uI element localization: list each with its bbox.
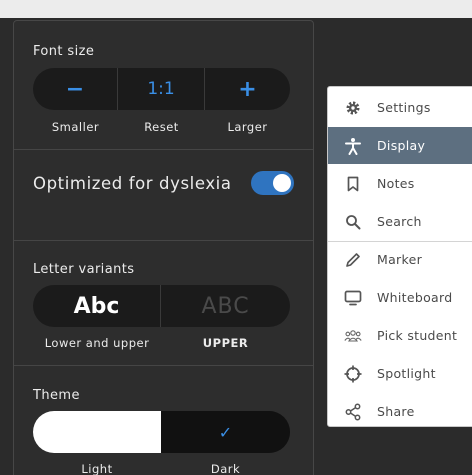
menu-item-label: Display: [377, 138, 426, 153]
variant-upper-label: UPPER: [202, 336, 249, 350]
menu-item-marker[interactable]: Marker: [328, 241, 472, 278]
search-icon: [344, 213, 362, 231]
bookmark-icon: [344, 175, 362, 193]
menu-item-display[interactable]: Display: [328, 127, 472, 164]
font-decrease-button[interactable]: −: [33, 68, 118, 110]
menu-item-settings[interactable]: Settings: [328, 89, 472, 126]
variant-sample: ABC: [201, 293, 250, 319]
theme-light-option[interactable]: [33, 411, 161, 453]
menu-item-label: Marker: [377, 252, 423, 267]
variant-sample: Abc: [73, 293, 120, 319]
font-ratio-value: 1:1: [147, 79, 175, 99]
theme-title: Theme: [33, 388, 80, 403]
menu-item-pick-student[interactable]: Pick student: [328, 317, 472, 354]
font-size-title: Font size: [33, 44, 95, 59]
group-icon: [344, 327, 362, 345]
font-size-control: − 1:1 +: [33, 68, 290, 110]
menu-item-label: Settings: [377, 100, 431, 115]
dyslexia-label: Optimized for dyslexia: [33, 174, 232, 193]
crosshair-icon: [344, 365, 362, 383]
theme-dark-option[interactable]: ✓: [161, 411, 290, 453]
variant-lower-upper-option[interactable]: Abc: [33, 285, 161, 327]
font-reset-button[interactable]: 1:1: [118, 68, 205, 110]
menu-item-label: Share: [377, 404, 415, 419]
theme-control: ✓: [33, 411, 290, 453]
monitor-icon: [344, 289, 362, 307]
menu-item-label: Notes: [377, 176, 415, 191]
menu-item-search[interactable]: Search: [328, 203, 472, 240]
letter-variants-title: Letter variants: [33, 262, 135, 277]
plus-icon: +: [238, 76, 257, 102]
menu-item-label: Search: [377, 214, 422, 229]
check-icon: ✓: [218, 422, 233, 442]
menu-item-whiteboard[interactable]: Whiteboard: [328, 279, 472, 316]
menu-item-share[interactable]: Share: [328, 393, 472, 430]
reset-label: Reset: [144, 120, 179, 134]
toggle-knob: [273, 174, 291, 192]
gear-icon: [344, 99, 362, 117]
letter-variant-control: Abc ABC: [33, 285, 290, 327]
theme-dark-label: Dark: [210, 462, 241, 475]
section-divider: [14, 365, 313, 366]
menu-item-label: Spotlight: [377, 366, 436, 381]
menu-item-label: Whiteboard: [377, 290, 453, 305]
menu-item-label: Pick student: [377, 328, 458, 343]
tools-menu: Settings Display Notes Search Marker Whi…: [327, 86, 472, 427]
dyslexia-toggle[interactable]: [251, 171, 294, 195]
smaller-label: Smaller: [51, 120, 100, 134]
minus-icon: −: [65, 76, 85, 102]
section-divider: [14, 240, 313, 241]
theme-light-label: Light: [81, 462, 113, 475]
larger-label: Larger: [227, 120, 268, 134]
variant-upper-option[interactable]: ABC: [161, 285, 290, 327]
menu-item-notes[interactable]: Notes: [328, 165, 472, 202]
share-icon: [344, 403, 362, 421]
accessibility-icon: [344, 137, 362, 155]
variant-lower-upper-label: Lower and upper: [44, 336, 150, 350]
display-settings-panel: Font size − 1:1 + Smaller Reset Larger O…: [13, 20, 314, 475]
menu-item-spotlight[interactable]: Spotlight: [328, 355, 472, 392]
pencil-icon: [344, 251, 362, 269]
section-divider: [14, 149, 313, 150]
font-increase-button[interactable]: +: [205, 68, 290, 110]
window-top-strip: [0, 0, 472, 18]
